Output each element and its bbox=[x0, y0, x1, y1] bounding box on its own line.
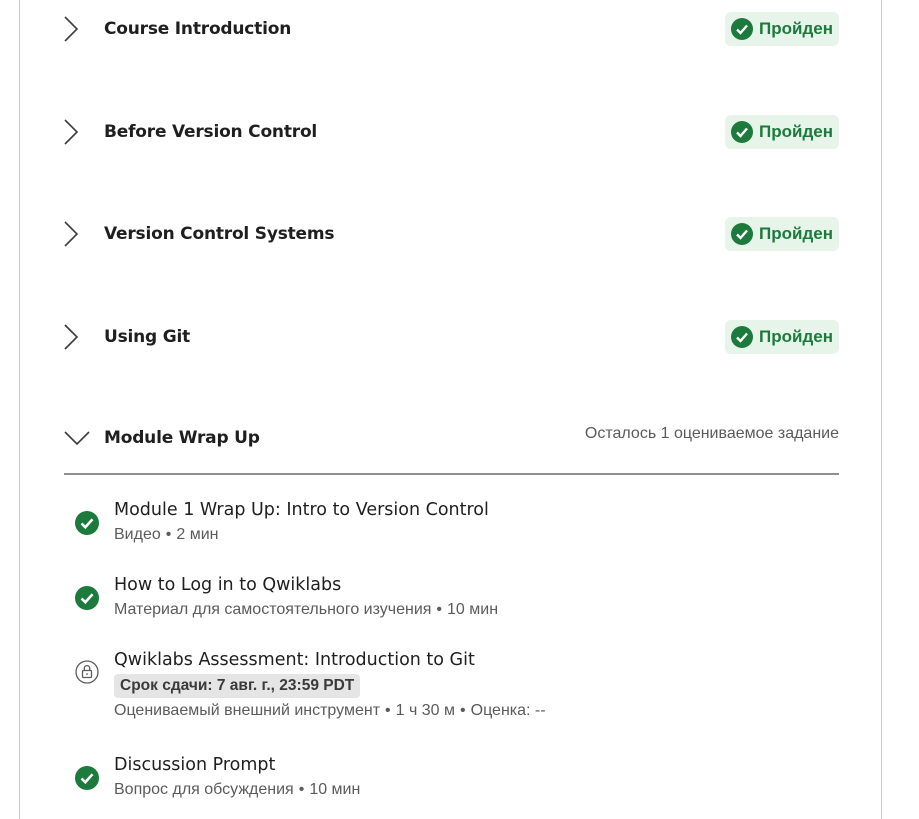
status-label: Пройден bbox=[759, 19, 833, 38]
check-circle-icon bbox=[731, 223, 754, 245]
chevron-right-icon bbox=[64, 220, 104, 248]
chevron-right-icon bbox=[64, 118, 104, 146]
lesson-title: Before Version Control bbox=[104, 122, 318, 142]
check-circle-icon bbox=[75, 586, 99, 610]
status-label: Пройден bbox=[759, 327, 833, 346]
item-title[interactable]: Discussion Prompt bbox=[114, 754, 834, 776]
deadline-badge: Срок сдачи: 7 авг. г., 23:59 PDT bbox=[114, 674, 361, 698]
item-meta: Оцениваемый внешний инструмент • 1 ч 30 м •… bbox=[114, 701, 834, 721]
item-grade: Оценка: -- bbox=[470, 702, 546, 719]
check-circle-icon bbox=[731, 121, 754, 143]
status-badge: Пройден bbox=[725, 12, 839, 46]
lesson-title: Course Introduction bbox=[104, 19, 292, 39]
separator: • bbox=[385, 702, 391, 719]
separator: • bbox=[436, 601, 443, 618]
item-type: Вопрос для обсуждения bbox=[114, 781, 294, 798]
item-body: How to Log in to Qwiklabs Материал для с… bbox=[114, 574, 834, 620]
item-meta: Материал для самостоятельного изучения • 1… bbox=[114, 600, 834, 620]
separator: • bbox=[298, 781, 305, 798]
lesson-header: Module Wrap Up bbox=[64, 424, 260, 452]
lesson-using-git[interactable]: Using Git Пройден bbox=[64, 317, 839, 357]
divider bbox=[64, 473, 839, 475]
separator: • bbox=[460, 702, 466, 719]
check-circle-icon bbox=[75, 511, 99, 535]
lesson-header: Before Version Control bbox=[64, 118, 317, 146]
lesson-module-wrap-up[interactable]: Module Wrap Up Осталось 1 оцениваемое за… bbox=[64, 418, 839, 458]
item-title[interactable]: How to Log in to Qwiklabs bbox=[114, 574, 834, 596]
chevron-down-icon bbox=[64, 424, 104, 452]
remaining-assignments: Осталось 1 оцениваемое задание bbox=[584, 425, 839, 442]
status-badge: Пройден bbox=[725, 115, 839, 149]
lesson-title: Version Control Systems bbox=[104, 224, 335, 244]
item-type: Видео bbox=[114, 526, 161, 543]
chevron-right-icon bbox=[64, 15, 104, 43]
item-body: Qwiklabs Assessment: Introduction to Git… bbox=[114, 649, 834, 721]
check-circle-icon bbox=[731, 326, 754, 348]
lesson-before-version-control[interactable]: Before Version Control Пройден bbox=[64, 112, 839, 152]
status-badge: Пройден bbox=[725, 217, 839, 251]
separator: • bbox=[165, 526, 172, 543]
item-duration: 2 мин bbox=[176, 526, 219, 543]
item-duration: 10 мин bbox=[309, 781, 361, 798]
status-badge: Пройден bbox=[725, 320, 839, 354]
item-duration: 1 ч 30 м bbox=[395, 702, 456, 719]
item-body: Discussion Prompt Вопрос для обсуждения •… bbox=[114, 754, 834, 800]
item-meta: Видео • 2 мин bbox=[114, 525, 834, 545]
item-duration: 10 мин bbox=[447, 601, 499, 618]
status-label: Пройден bbox=[759, 224, 833, 243]
check-circle-icon bbox=[75, 766, 99, 790]
check-circle-icon bbox=[731, 18, 754, 40]
lesson-header: Version Control Systems bbox=[64, 220, 335, 248]
lesson-course-introduction[interactable]: Course Introduction Пройден bbox=[64, 9, 839, 49]
status-label: Пройден bbox=[759, 122, 833, 141]
item-meta: Вопрос для обсуждения • 10 мин bbox=[114, 780, 834, 800]
item-type: Материал для самостоятельного изучения bbox=[114, 601, 432, 618]
item-title[interactable]: Module 1 Wrap Up: Intro to Version Contr… bbox=[114, 499, 834, 521]
lesson-header: Using Git bbox=[64, 323, 190, 351]
lesson-header: Course Introduction bbox=[64, 15, 291, 43]
lesson-title: Using Git bbox=[104, 327, 191, 347]
item-type: Оцениваемый внешний инструмент bbox=[114, 702, 381, 719]
chevron-right-icon bbox=[64, 323, 104, 351]
item-title[interactable]: Qwiklabs Assessment: Introduction to Git bbox=[114, 649, 834, 671]
lesson-title: Module Wrap Up bbox=[104, 428, 260, 448]
lock-icon bbox=[75, 660, 99, 684]
lesson-version-control-systems[interactable]: Version Control Systems Пройден bbox=[64, 214, 839, 254]
item-body: Module 1 Wrap Up: Intro to Version Contr… bbox=[114, 499, 834, 545]
